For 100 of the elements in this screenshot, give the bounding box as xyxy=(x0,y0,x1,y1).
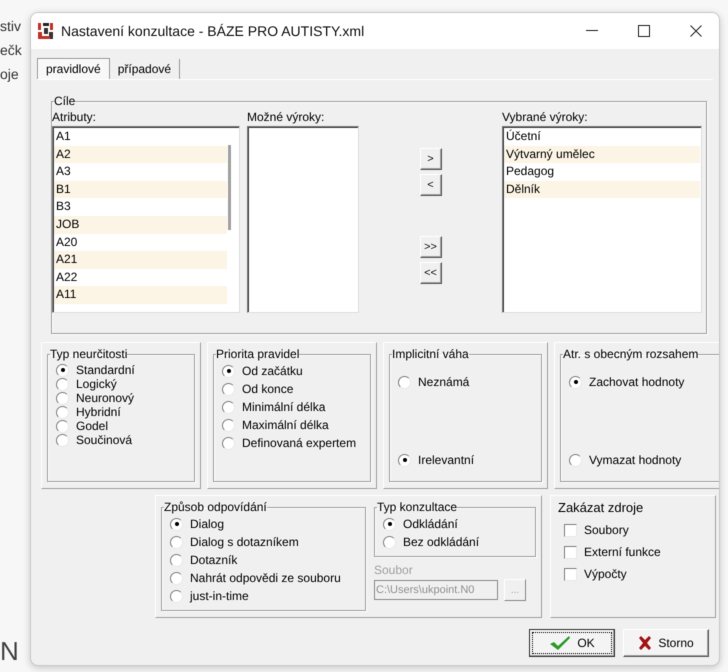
option-label: Dialog xyxy=(190,517,224,531)
background-text: oje xyxy=(0,65,20,84)
radio-button[interactable] xyxy=(383,518,396,530)
radio-button[interactable] xyxy=(569,454,582,466)
radio-button[interactable] xyxy=(222,364,235,378)
radio-button[interactable] xyxy=(170,518,183,530)
radio-option[interactable]: Definovaná expertem xyxy=(222,435,366,451)
option-label: Externí funkce xyxy=(584,545,661,559)
field-label: Soubor xyxy=(374,563,414,577)
radio-option[interactable]: Od začátku xyxy=(222,363,366,379)
list-item[interactable]: A2 xyxy=(54,146,227,164)
radio-button[interactable] xyxy=(170,554,183,566)
radio-button[interactable] xyxy=(56,420,69,432)
radio-option[interactable]: Od konce xyxy=(222,381,366,397)
chosen-list[interactable]: Účetní Výtvarný umělec Pedagog Dělník xyxy=(502,126,702,313)
radio-option[interactable]: Vymazat hodnoty xyxy=(569,453,719,467)
list-item[interactable]: A21 xyxy=(54,251,227,269)
minimize-icon xyxy=(586,30,598,32)
radio-button[interactable] xyxy=(56,434,69,446)
window-title: Nastavení konzultace - BÁZE PRO AUTISTY.xml xyxy=(61,23,366,39)
radio-option[interactable]: Hybridní xyxy=(56,405,190,419)
checkbox[interactable] xyxy=(564,546,577,558)
checkmark-icon xyxy=(549,635,572,651)
radio-button[interactable] xyxy=(170,536,183,548)
list-label: Atributy: xyxy=(52,110,98,124)
radio-button[interactable] xyxy=(222,436,235,450)
move-button[interactable]: << xyxy=(420,262,442,284)
option-label: Od začátku xyxy=(242,364,303,378)
cross-icon xyxy=(638,636,652,650)
possible-list[interactable] xyxy=(247,126,359,313)
option-label: Standardní xyxy=(76,363,135,377)
radio-option[interactable]: Minimální délka xyxy=(222,399,366,415)
scrollbar[interactable] xyxy=(228,145,231,230)
close-icon xyxy=(690,25,702,37)
radio-button[interactable] xyxy=(170,590,183,602)
group-title: Atr. s obecným rozsahem xyxy=(563,347,698,361)
radio-option[interactable]: Logický xyxy=(56,377,190,391)
list-item[interactable]: B1 xyxy=(54,180,227,198)
group-title: Priorita pravidel xyxy=(216,347,300,361)
option-label: Součinová xyxy=(76,433,132,447)
radio-option[interactable]: Maximální délka xyxy=(222,417,366,433)
radio-option[interactable]: Odkládání xyxy=(383,516,531,532)
radio-option[interactable]: Bez odkládání xyxy=(383,534,531,550)
radio-option[interactable]: Neznámá xyxy=(398,375,537,389)
app-icon xyxy=(37,22,55,40)
option-label: Od konce xyxy=(242,382,294,396)
option-label: Godel xyxy=(76,419,108,433)
option-label: Irelevantní xyxy=(418,453,474,467)
radio-button[interactable] xyxy=(383,536,396,548)
group-title: Způsob odpovídání xyxy=(164,500,267,514)
radio-option[interactable]: Dotazník xyxy=(170,552,361,568)
list-item[interactable]: A11 xyxy=(54,286,227,304)
option-label: just-in-time xyxy=(190,589,249,603)
background-text: ečk xyxy=(0,41,23,60)
tab[interactable]: pravidlové xyxy=(37,58,110,79)
background-text: N xyxy=(0,636,20,666)
radio-button[interactable] xyxy=(222,400,235,414)
move-button[interactable]: > xyxy=(420,148,442,170)
radio-option[interactable]: Dialog s dotazníkem xyxy=(170,534,361,550)
option-label: Bez odkládání xyxy=(403,535,480,549)
radio-option[interactable]: Součinová xyxy=(56,433,190,447)
group-title: Typ neurčitosti xyxy=(50,347,128,361)
ok-button[interactable]: OK xyxy=(529,629,615,657)
option-label: Výpočty xyxy=(584,567,627,581)
list-item[interactable]: JOB xyxy=(54,216,227,234)
radio-option[interactable]: Dialog xyxy=(170,516,361,532)
checkbox-option[interactable]: Výpočty xyxy=(564,567,706,581)
list-item[interactable]: Výtvarný umělec xyxy=(504,146,700,164)
attributes-list[interactable]: A1 A2 A3 B1 B3 JOB A20 A21 A22 A11 xyxy=(52,126,240,313)
radio-button[interactable] xyxy=(398,376,411,388)
radio-option[interactable]: Irelevantní xyxy=(398,453,537,467)
checkbox-option[interactable]: Soubory xyxy=(564,523,706,537)
option-label: Maximální délka xyxy=(242,418,329,432)
tab[interactable]: případové xyxy=(110,59,180,79)
checkbox-option[interactable]: Externí funkce xyxy=(564,545,706,559)
radio-option[interactable]: Nahrát odpovědi ze souboru xyxy=(170,570,361,586)
radio-option[interactable]: Neuronový xyxy=(56,391,190,405)
move-button[interactable]: < xyxy=(420,174,442,196)
radio-button[interactable] xyxy=(222,418,235,432)
radio-button[interactable] xyxy=(398,454,411,466)
radio-option[interactable]: Zachovat hodnoty xyxy=(569,375,719,389)
list-item[interactable]: Dělník xyxy=(504,180,700,198)
group-title: Zakázat zdroje xyxy=(558,500,644,515)
checkbox[interactable] xyxy=(564,568,577,580)
radio-button[interactable] xyxy=(170,572,183,584)
radio-option[interactable]: Godel xyxy=(56,419,190,433)
cancel-button[interactable]: Storno xyxy=(623,629,709,657)
radio-option[interactable]: Standardní xyxy=(56,363,190,377)
radio-button[interactable] xyxy=(222,382,235,396)
move-button[interactable]: >> xyxy=(420,236,442,258)
group-title: Typ konzultace xyxy=(377,500,458,514)
radio-option[interactable]: just-in-time xyxy=(170,588,361,604)
radio-button[interactable] xyxy=(56,406,69,418)
radio-button[interactable] xyxy=(56,378,69,390)
list-label: Možné výroky: xyxy=(247,110,326,124)
option-label: Hybridní xyxy=(76,405,121,419)
radio-button[interactable] xyxy=(569,376,582,388)
radio-button[interactable] xyxy=(56,364,69,376)
radio-button[interactable] xyxy=(56,392,69,404)
checkbox[interactable] xyxy=(564,524,577,536)
